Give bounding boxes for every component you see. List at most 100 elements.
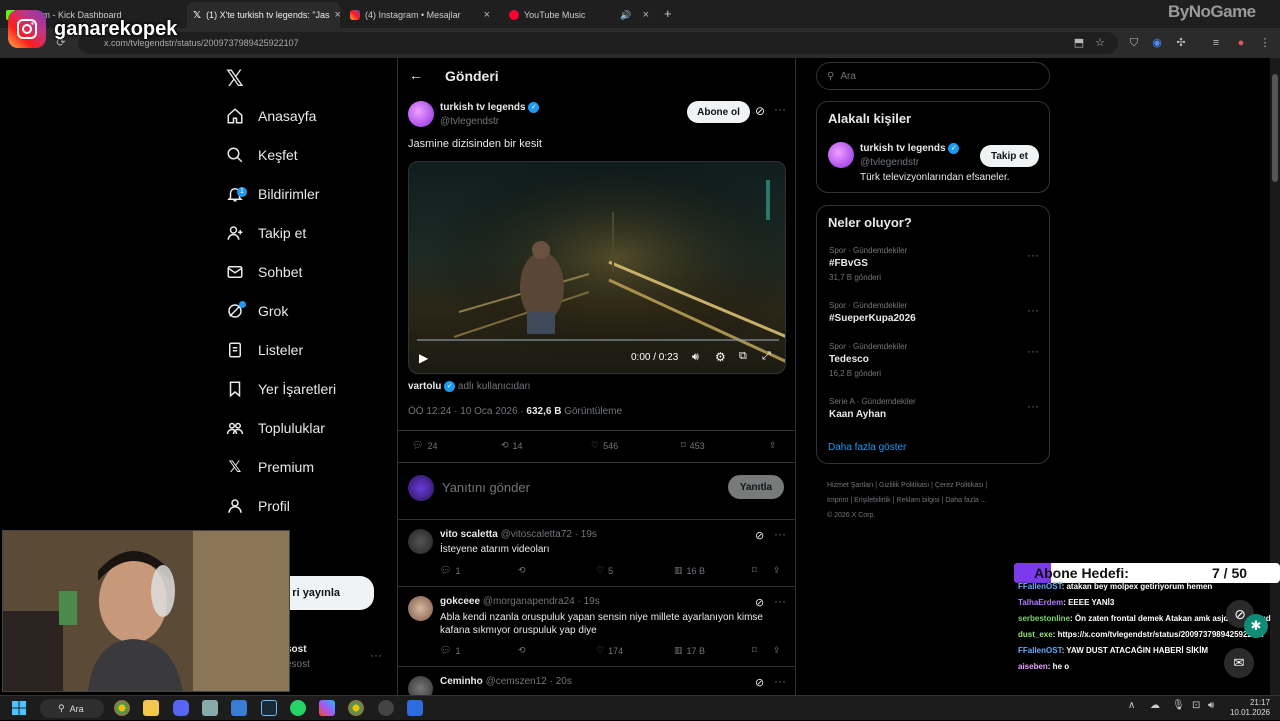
sidebar-item-chat[interactable]: Sohbet (226, 257, 302, 287)
grok-explain-icon[interactable]: ⊘ (755, 104, 765, 118)
chrome-active-taskbar-icon[interactable] (348, 700, 364, 716)
author-avatar[interactable] (408, 101, 434, 127)
reply-avatar[interactable] (408, 596, 433, 621)
volume-tray-icon[interactable]: 🔊︎ (1208, 700, 1214, 711)
bookmark-icon[interactable]: ⌑ (752, 645, 757, 656)
tab-youtube-music[interactable]: YouTube Music 🔊 × (503, 4, 655, 26)
star-icon[interactable]: ☆ (1091, 34, 1109, 52)
bookmark-action[interactable]: ⌑ 453 (681, 440, 705, 451)
speaker-icon[interactable]: 🔊 (620, 10, 631, 21)
tray-chevron-icon[interactable]: ∧ (1128, 700, 1135, 711)
more-options-icon[interactable]: ··· (1027, 344, 1039, 358)
assistant-fab-icon[interactable]: ✱ (1244, 614, 1268, 638)
more-options-icon[interactable]: ··· (774, 594, 786, 608)
bookmark-icon[interactable]: ⌑ (752, 565, 757, 576)
tab-instagram[interactable]: (4) Instagram • Mesajlar × (344, 4, 496, 26)
sidebar-item-profile[interactable]: Profil (226, 491, 290, 521)
sidebar-item-communities[interactable]: Topluluklar (226, 413, 325, 443)
shield-icon[interactable]: ⛉ (1125, 34, 1143, 52)
microphone-icon[interactable]: 🎙︎ (1172, 700, 1185, 711)
tray-cloud-icon[interactable]: ☁ (1150, 700, 1160, 711)
chrome-taskbar-icon[interactable] (114, 700, 130, 716)
new-tab-button[interactable]: + (664, 6, 672, 21)
reply-avatar[interactable] (408, 676, 433, 695)
show-more-link[interactable]: Daha fazla göster (828, 442, 906, 453)
menu-icon[interactable]: ⋮ (1256, 34, 1274, 52)
messages-fab-icon[interactable]: ✉ (1224, 648, 1254, 678)
profile-avatar-icon[interactable]: ● (1232, 34, 1250, 52)
discord-taskbar-icon[interactable] (173, 700, 189, 716)
grok-explain-icon[interactable]: ⊘ (755, 529, 764, 542)
subscribe-button[interactable]: Abone ol (687, 101, 750, 123)
repost-action[interactable]: ⟲ 14 (501, 440, 523, 451)
video-progress-track[interactable] (417, 339, 779, 341)
taskbar-search[interactable]: ⚲ Ara (40, 699, 104, 718)
views-action[interactable]: ▥ 17 B (674, 645, 705, 656)
clock[interactable]: 21:17 10.01.2026 (1228, 698, 1270, 718)
repost-icon[interactable]: ⟲ (518, 565, 526, 576)
settings-gear-icon[interactable]: ⚙ (715, 350, 726, 364)
reply-action[interactable]: 💬︎ 1 (440, 565, 460, 576)
media-icon[interactable]: ≡ (1207, 34, 1225, 52)
sidebar-item-lists[interactable]: Listeler (226, 335, 303, 365)
trend-item[interactable]: Spor · Gündemdekiler #FBvGS 31,7 B gönde… (829, 246, 1039, 282)
repost-icon[interactable]: ⟲ (518, 645, 526, 656)
fullscreen-icon[interactable]: ⤢ (762, 350, 771, 363)
url-input[interactable]: x.com/tvlegendstr/status/200973798942592… (78, 32, 1118, 54)
more-options-icon[interactable]: ··· (1027, 399, 1039, 413)
settings-taskbar-icon[interactable] (202, 700, 218, 716)
like-action[interactable]: ♡ 174 (596, 645, 623, 656)
author-name[interactable]: turkish tv legends ✓ (440, 102, 540, 113)
play-icon[interactable]: ▶ (419, 351, 428, 365)
share-icon[interactable]: ⇪ (769, 440, 777, 451)
like-action[interactable]: ♡ 5 (596, 565, 613, 576)
install-icon[interactable]: ⬒ (1070, 34, 1088, 52)
reply-item[interactable]: Ceminho @cemszen12 · 20s ⊘ ··· (398, 666, 796, 695)
reply-item[interactable]: gokceee @morganapendra24 · 19s ⊘ ··· Abl… (398, 586, 796, 666)
more-options-icon[interactable]: ··· (774, 527, 786, 541)
folder-taskbar-icon[interactable] (143, 700, 159, 716)
trend-item[interactable]: Spor · Gündemdekiler #SueperKupa2026 ··· (829, 301, 1039, 324)
reply-action[interactable]: 💬︎ 1 (440, 645, 460, 656)
app-taskbar-icon[interactable] (231, 700, 247, 716)
account-menu-icon[interactable]: ··· (370, 648, 382, 662)
reply-item[interactable]: vito scaletta @vitoscaletta72 · 19s ⊘ ··… (398, 519, 796, 586)
related-avatar[interactable] (828, 142, 854, 168)
share-icon[interactable]: ⇪ (773, 565, 781, 576)
pip-icon[interactable]: ⧉ (739, 350, 747, 363)
close-tab-icon[interactable]: × (335, 9, 340, 21)
source-user[interactable]: vartolu (408, 381, 441, 392)
video-player[interactable]: ▶ 0:00 / 0:23 🔊︎ ⚙ ⧉ ⤢ (408, 161, 786, 374)
views-action[interactable]: ▥ 16 B (674, 565, 705, 576)
like-action[interactable]: ♡ 546 (591, 440, 618, 451)
follow-button[interactable]: Takip et (980, 145, 1039, 167)
share-icon[interactable]: ⇪ (773, 645, 781, 656)
windows-start-icon[interactable] (12, 701, 27, 716)
sidebar-item-follow[interactable]: Takip et (226, 218, 306, 248)
reply-avatar[interactable] (408, 529, 433, 554)
close-tab-icon[interactable]: × (643, 9, 649, 21)
more-options-icon[interactable]: ··· (774, 102, 786, 116)
sidebar-item-explore[interactable]: Keşfet (226, 140, 298, 170)
figma-taskbar-icon[interactable] (319, 700, 335, 716)
reply-button[interactable]: Yanıtla (728, 475, 784, 499)
sidebar-item-grok[interactable]: Grok (226, 296, 288, 326)
back-arrow-icon[interactable]: ← (409, 67, 423, 83)
sidebar-item-bookmarks[interactable]: Yer İşaretleri (226, 374, 336, 404)
obs-taskbar-icon[interactable] (378, 700, 394, 716)
grok-explain-icon[interactable]: ⊘ (755, 676, 764, 689)
x-logo-icon[interactable]: 𝕏 (226, 66, 244, 92)
app2-taskbar-icon[interactable] (407, 700, 423, 716)
search-input[interactable]: ⚲ Ara (816, 62, 1050, 90)
sidebar-item-premium[interactable]: 𝕏 Premium (226, 452, 314, 482)
scrollbar-thumb[interactable] (1272, 74, 1278, 182)
grok-explain-icon[interactable]: ⊘ (755, 596, 764, 609)
steam-taskbar-icon[interactable] (261, 700, 277, 716)
close-tab-icon[interactable]: × (484, 9, 490, 21)
puzzle-icon[interactable]: ✣ (1172, 34, 1190, 52)
more-options-icon[interactable]: ··· (1027, 248, 1039, 262)
reply-action[interactable]: 💬︎ 24 (412, 440, 437, 451)
sidebar-item-home[interactable]: Anasayfa (226, 101, 316, 131)
whatsapp-taskbar-icon[interactable] (290, 700, 306, 716)
extension-icon[interactable]: ◉ (1148, 34, 1166, 52)
